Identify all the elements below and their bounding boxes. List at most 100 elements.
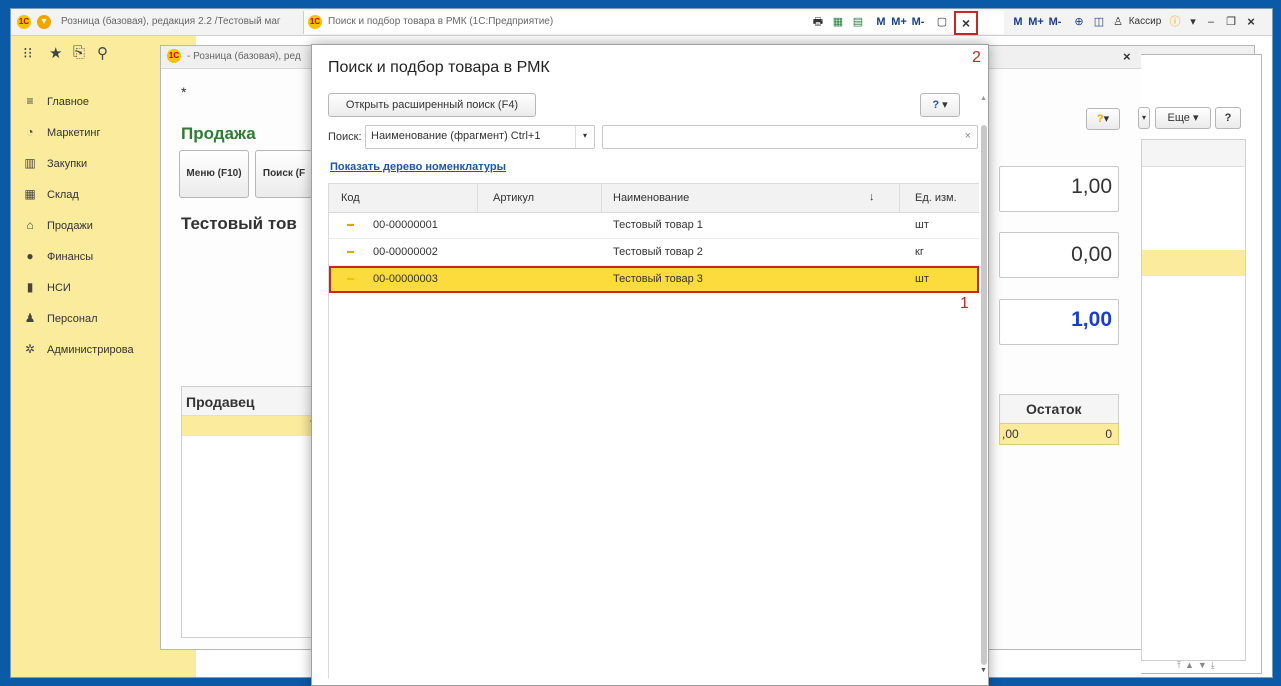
sidebar-item-2[interactable]: ▥ Закупки	[21, 152, 87, 174]
col-unit-header[interactable]: Ед. изм.	[915, 192, 957, 204]
cell-name: Тестовый товар 3	[613, 273, 703, 285]
modal-close-button[interactable]: ×	[954, 11, 978, 35]
table-nav-icons[interactable]: ⤒▲▼⤓	[1177, 660, 1219, 671]
col-name-header[interactable]: Наименование	[613, 192, 689, 204]
grid-header: Код Артикул Наименование ↓ Ед. изм.	[329, 184, 979, 213]
help-dropdown-button[interactable]: ?▾	[1086, 108, 1120, 130]
search-f-button[interactable]: Поиск (F	[255, 150, 313, 198]
user-name[interactable]: Кассир	[1125, 13, 1165, 31]
sections-menu-icon[interactable]: ⁝⁝	[23, 44, 33, 62]
col-article-header[interactable]: Артикул	[493, 192, 534, 204]
calendar-icon[interactable]: ▤	[850, 13, 866, 31]
total-field[interactable]: 1,00	[999, 299, 1119, 345]
modal-logo-icon: 1С	[308, 15, 322, 29]
discount-field[interactable]: 0,00	[999, 232, 1119, 278]
info-dropdown-icon[interactable]: ▾	[1187, 13, 1199, 31]
col-divider	[601, 184, 602, 212]
scrollbar-thumb[interactable]	[981, 125, 987, 665]
restore-icon[interactable]: ❐	[1223, 13, 1239, 31]
table-row-selected[interactable]: ▬ 00-00000003 Тестовый товар 3 шт	[329, 266, 979, 293]
memory-mplus-button-main[interactable]: M+	[1027, 13, 1045, 31]
main-menu-icon[interactable]: ▾	[37, 15, 51, 29]
user-icon: ♙	[1113, 16, 1123, 28]
info-icon[interactable]: ⓘ	[1167, 13, 1183, 31]
sum-fragment: ,00	[1002, 427, 1019, 441]
right-table-header	[1142, 140, 1245, 167]
zoom-icon[interactable]: ⊕	[1071, 13, 1087, 31]
more-button[interactable]: Еще ▾	[1155, 107, 1211, 129]
sidebar-item-8[interactable]: ✲ Администрирова	[21, 338, 134, 360]
col-code-header[interactable]: Код	[341, 192, 360, 204]
menu-f10-button[interactable]: Меню (F10)	[179, 150, 249, 198]
search-label: Поиск:	[328, 131, 362, 143]
right-table[interactable]	[1141, 139, 1246, 661]
favorites-icon[interactable]: ★	[49, 44, 62, 62]
table-row[interactable]: ▬ 00-00000001 Тестовый товар 1 шт	[329, 212, 979, 239]
sale-heading: Продажа	[181, 124, 256, 143]
sidebar-item-0[interactable]: ≡ Главное	[21, 90, 89, 112]
memory-m-button[interactable]: M	[874, 13, 888, 31]
advanced-search-button[interactable]: Открыть расширенный поиск (F4)	[328, 93, 536, 117]
cell-name: Тестовый товар 2	[613, 246, 703, 258]
calculator-icon[interactable]: ▦	[830, 13, 846, 31]
products-grid[interactable]: Код Артикул Наименование ↓ Ед. изм. ▬ 00-…	[328, 183, 979, 678]
show-tree-link[interactable]: Показать дерево номенклатуры	[330, 161, 506, 173]
app-close-icon[interactable]: ×	[1243, 13, 1259, 31]
right-table-selected-row[interactable]	[1142, 250, 1245, 276]
minimize-icon[interactable]: –	[1203, 13, 1219, 31]
search-input[interactable]: ×	[602, 125, 978, 149]
right-dropdown-icon[interactable]: ▾	[1138, 107, 1150, 129]
sellers-table[interactable]: Продавец Т	[181, 386, 318, 638]
search-mode-select[interactable]: Наименование (фрагмент) Ctrl+1 ▾	[365, 125, 595, 149]
seller-row[interactable]	[182, 416, 317, 436]
current-product-name: Тестовый тов	[181, 214, 297, 233]
table-row[interactable]: ▬ 00-00000002 Тестовый товар 2 кг	[329, 239, 979, 266]
memory-mminus-button-main[interactable]: M-	[1047, 13, 1063, 31]
dialog-title: Поиск и подбор товара в РМК	[328, 59, 550, 76]
memory-mplus-button[interactable]: M+	[890, 13, 908, 31]
dialog-help-button[interactable]: ? ▾	[920, 93, 960, 117]
main-window-title: Розница (базовая), редакция 2.2 /Тестовы…	[61, 16, 281, 27]
callout-2: 2	[972, 49, 981, 66]
memory-m-button-main[interactable]: M	[1011, 13, 1025, 31]
scroll-up-icon[interactable]: ▲	[980, 95, 987, 102]
modified-marker: *	[181, 84, 187, 100]
total-value: 1,00	[1071, 308, 1112, 331]
book-icon: ▮	[26, 280, 34, 294]
sidebar-item-1[interactable]: ◔ Маркетинг	[21, 121, 100, 143]
sidebar-item-label: НСИ	[47, 282, 71, 294]
sort-arrow-icon[interactable]: ↓	[869, 191, 875, 203]
cell-code: 00-00000002	[373, 246, 438, 258]
gear-icon: ✲	[24, 342, 36, 356]
sidebar-item-label: Персонал	[47, 313, 98, 325]
search-clear-icon[interactable]: ×	[965, 130, 971, 142]
maximize-icon[interactable]: ▢	[934, 13, 950, 31]
sidebar-item-label: Главное	[47, 96, 90, 108]
search-mode-dropdown-icon[interactable]: ▾	[575, 126, 594, 148]
col-divider	[477, 184, 478, 212]
sidebar-item-7[interactable]: ♟ Персонал	[21, 307, 98, 329]
history-icon[interactable]: ⎘	[73, 44, 85, 61]
cell-name: Тестовый товар 1	[613, 219, 703, 231]
sidebar-item-5[interactable]: ● Финансы	[21, 245, 93, 267]
help-button[interactable]: ?	[1215, 107, 1241, 129]
sidebar-item-4[interactable]: ⌂ Продажи	[21, 214, 93, 236]
sidebar-item-3[interactable]: ▦ Склад	[21, 183, 79, 205]
coin-icon: ●	[26, 249, 34, 263]
panels-icon[interactable]: ◫	[1091, 13, 1107, 31]
dialog-help-icon: ?	[932, 99, 940, 111]
modal-tab[interactable]: 1С Поиск и подбор товара в РМК (1С:Предп…	[303, 11, 1004, 35]
right-window: ▾ Еще ▾ ? ⤒▲▼⤓	[1138, 54, 1262, 674]
remain-row[interactable]: ,00 0	[999, 423, 1119, 445]
remain-value: 0	[1105, 427, 1112, 441]
quantity-field[interactable]: 1,00	[999, 166, 1119, 212]
sale-close-icon[interactable]: ×	[1123, 49, 1131, 64]
memory-mminus-button[interactable]: M-	[910, 13, 926, 31]
basket-icon: ⌂	[26, 218, 34, 232]
cell-code: 00-00000003	[373, 273, 438, 285]
sidebar-item-6[interactable]: ▮ НСИ	[21, 276, 71, 298]
search-icon[interactable]: ⚲	[97, 44, 108, 62]
print-icon[interactable]: 🖶	[810, 13, 826, 31]
dialog-scrollbar[interactable]: ▲ ▼	[980, 95, 988, 675]
scroll-down-icon[interactable]: ▼	[980, 667, 987, 674]
